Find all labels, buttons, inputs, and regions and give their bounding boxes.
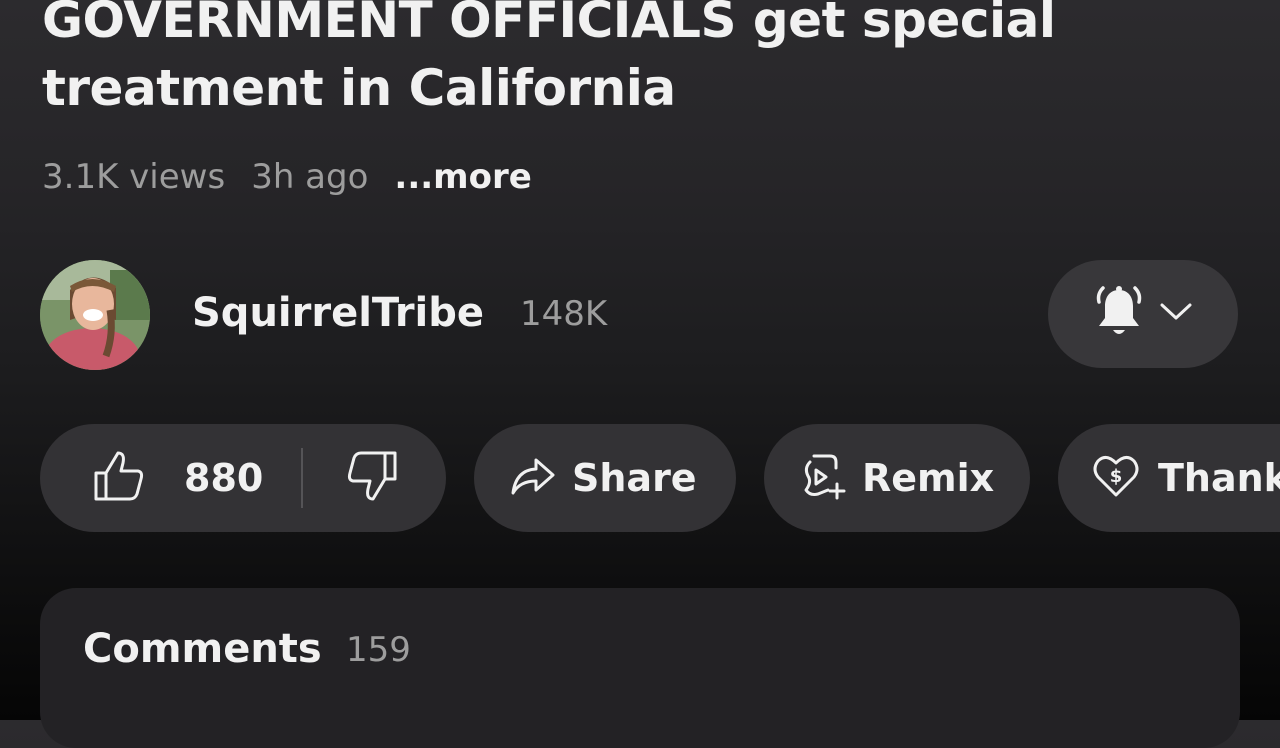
- view-count: 3.1K views: [42, 157, 226, 197]
- more-link[interactable]: ...more: [394, 157, 531, 197]
- svg-text:$: $: [1110, 466, 1123, 487]
- channel-row: SquirrelTribe 148K: [40, 258, 1240, 370]
- chevron-down-icon: [1159, 302, 1193, 326]
- heart-dollar-icon: $: [1092, 453, 1140, 503]
- remix-label: Remix: [862, 456, 995, 500]
- avatar[interactable]: [40, 260, 150, 370]
- action-bar: 880 Share Remix $ Thank: [40, 424, 1280, 532]
- remix-button[interactable]: Remix: [764, 424, 1030, 532]
- notification-button[interactable]: [1048, 260, 1238, 368]
- bell-filled-icon: [1093, 284, 1145, 344]
- thumbs-down-icon[interactable]: [345, 449, 399, 507]
- comments-count: 159: [346, 630, 411, 670]
- upload-age: 3h ago: [251, 157, 369, 197]
- share-button[interactable]: Share: [474, 424, 736, 532]
- remix-icon: [800, 452, 846, 504]
- thumbs-up-icon[interactable]: [92, 449, 146, 507]
- share-label: Share: [572, 456, 697, 500]
- comments-panel[interactable]: Comments 159: [40, 588, 1240, 748]
- like-count[interactable]: 880: [184, 456, 263, 500]
- video-title: GOVERNMENT OFFICIALS get special treatme…: [42, 0, 1242, 122]
- thanks-label: Thanks: [1158, 456, 1280, 500]
- video-title-line-1: GOVERNMENT OFFICIALS get special: [42, 0, 1056, 49]
- like-dislike-group: 880: [40, 424, 446, 532]
- channel-name[interactable]: SquirrelTribe: [192, 290, 484, 336]
- comments-heading: Comments: [83, 626, 322, 672]
- subscriber-count: 148K: [520, 294, 608, 334]
- thanks-button[interactable]: $ Thanks: [1058, 424, 1280, 532]
- video-meta[interactable]: 3.1K views 3h ago ...more: [42, 152, 532, 202]
- share-arrow-icon: [510, 456, 556, 500]
- like-divider: [301, 448, 304, 508]
- video-title-line-2: treatment in California: [42, 59, 676, 117]
